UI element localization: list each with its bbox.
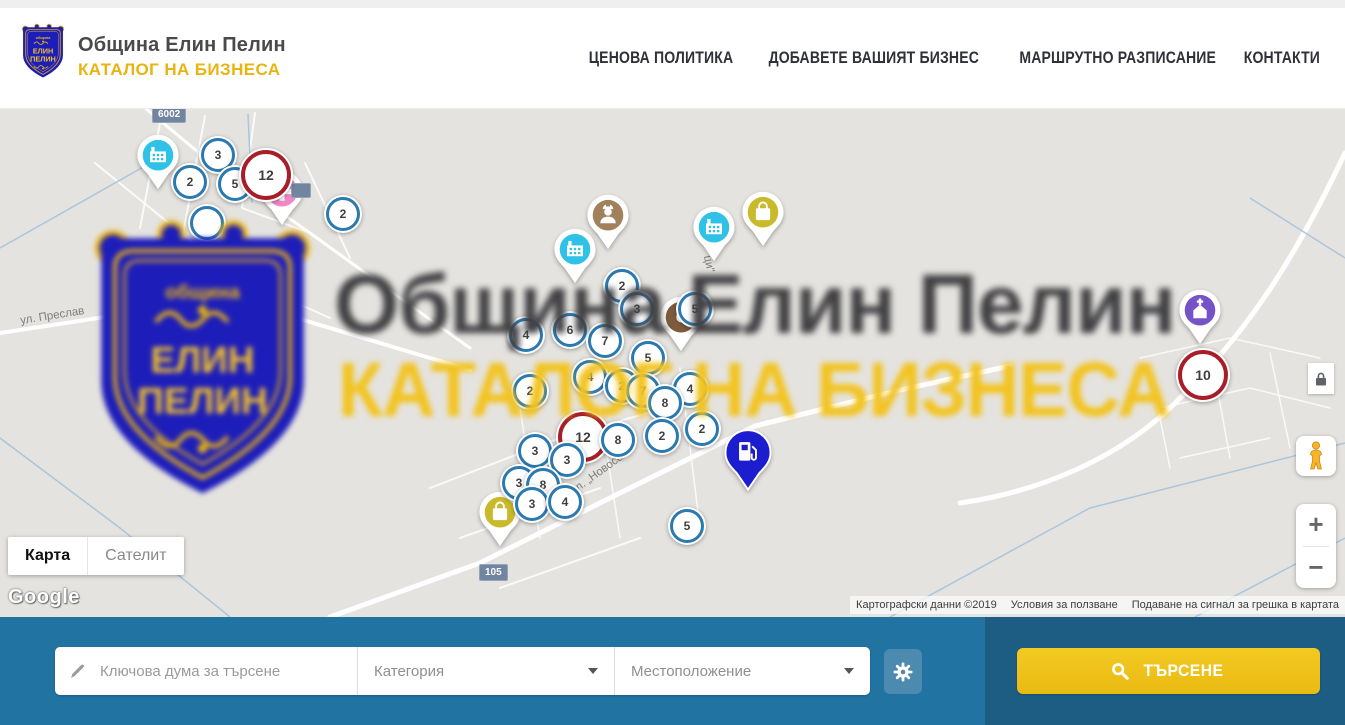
category-select[interactable]: Категория	[358, 647, 615, 695]
map-type-satellite-button[interactable]: Сателит	[87, 537, 183, 575]
terms-link[interactable]: Условия за ползване	[1011, 599, 1118, 611]
nav-item-3[interactable]: МАРШРУТНО РАЗПИСАНИЕ	[1019, 49, 1216, 68]
site-brand[interactable]: Община Елин Пелин КАТАЛОГ НА БИЗНЕСА	[78, 34, 286, 80]
padlock-icon	[1314, 371, 1328, 387]
top-strip	[0, 0, 1345, 8]
search-icon	[1111, 662, 1129, 680]
zoom-out-button[interactable]: −	[1296, 547, 1336, 589]
location-select[interactable]: Местоположение	[615, 647, 870, 695]
location-select-label: Местоположение	[631, 663, 751, 680]
keyword-field-wrap	[55, 647, 358, 695]
map-controls: Карта Сателит Google Картографски данни …	[0, 108, 1345, 617]
search-submit-label: ТЪРСЕНЕ	[1143, 661, 1223, 681]
search-input[interactable]	[98, 662, 343, 681]
gear-icon	[893, 662, 913, 682]
map-type-map-button[interactable]: Карта	[8, 537, 87, 575]
report-error-link[interactable]: Подаване на сигнал за грешка в картата	[1132, 599, 1339, 611]
page: Община Елин Пелин КАТАЛОГ НА БИЗНЕСА ЦЕН…	[0, 0, 1345, 725]
map-type-control: Карта Сателит	[8, 537, 184, 575]
search-bar: Категория Местоположение	[0, 617, 1345, 725]
search-submit-button[interactable]: ТЪРСЕНЕ	[1017, 648, 1320, 694]
map-canvas[interactable]: ул. Преславбул. „Новоселци" 6002105 3251…	[0, 108, 1345, 617]
search-fields: Категория Местоположение	[55, 647, 870, 695]
nav-item-2[interactable]: ДОБАВЕТЕ ВАШИЯТ БИЗНЕС	[769, 49, 979, 68]
pencil-icon	[69, 663, 86, 680]
main-nav: ЦЕНОВА ПОЛИТИКА ДОБАВЕТЕ ВАШИЯТ БИЗНЕС МАР…	[576, 8, 1327, 108]
chevron-down-icon	[844, 668, 854, 674]
site-subtitle: КАТАЛОГ НА БИЗНЕСА	[78, 60, 286, 80]
pegman-icon	[1305, 441, 1327, 471]
category-select-label: Категория	[374, 663, 444, 680]
nav-item-1[interactable]: ЦЕНОВА ПОЛИТИКА	[589, 49, 734, 68]
site-title: Община Елин Пелин	[78, 34, 286, 57]
street-view-pegman[interactable]	[1296, 436, 1336, 476]
map-attribution: Картографски данни ©2019 Условия за полз…	[850, 596, 1345, 614]
site-logo[interactable]	[20, 22, 66, 80]
header: Община Елин Пелин КАТАЛОГ НА БИЗНЕСА ЦЕН…	[0, 8, 1345, 109]
chevron-down-icon	[588, 668, 598, 674]
zoom-in-button[interactable]: +	[1296, 504, 1336, 546]
attribution-data-text: Картографски данни ©2019	[856, 599, 997, 611]
lock-button[interactable]	[1308, 363, 1334, 394]
google-logo[interactable]: Google	[8, 586, 80, 609]
advanced-settings-button[interactable]	[884, 649, 922, 694]
nav-item-4[interactable]: КОНТАКТИ	[1244, 49, 1320, 68]
zoom-control: + −	[1296, 504, 1336, 588]
